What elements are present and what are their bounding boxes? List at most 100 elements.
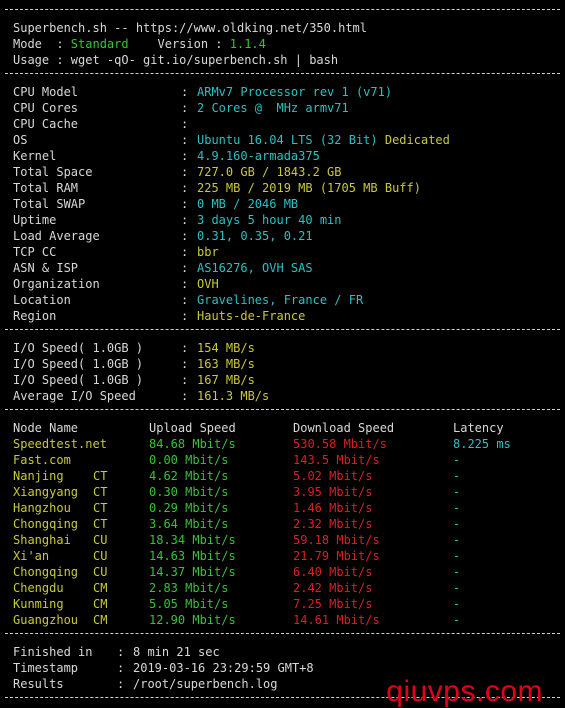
speedtest-download: 3.95 Mbit/s [293, 485, 373, 499]
colon: : [181, 373, 189, 387]
colon: : [181, 133, 189, 147]
speedtest-download: 530.58 Mbit/s [293, 437, 387, 451]
sysinfo-value: 2 Cores @ MHz armv71 [197, 101, 349, 115]
speedtest-isp: CT [93, 517, 108, 531]
speedtest-latency: - [453, 613, 461, 627]
colon: : [181, 149, 189, 163]
sysinfo-label: Load Average [13, 229, 100, 243]
speedtest-download: 7.25 Mbit/s [293, 597, 373, 611]
colon: : [117, 677, 125, 691]
colon: : [181, 101, 189, 115]
mode-value: Standard [70, 37, 129, 51]
speedtest-latency: - [453, 581, 461, 595]
sysinfo-label: TCP CC [13, 245, 57, 259]
sysinfo-value: AS16276, OVH SAS [197, 261, 313, 275]
sysinfo-value: Ubuntu 16.04 LTS (32 Bit) Dedicated [197, 132, 450, 148]
footer-value: 2019-03-16 23:29:59 GMT+8 [133, 661, 314, 675]
footer-label: Timestamp [13, 661, 79, 675]
speedtest-upload: 12.90 Mbit/s [149, 613, 236, 627]
speedtest-node: Shanghai [13, 533, 71, 547]
sysinfo-value: 0.31, 0.35, 0.21 [197, 229, 313, 243]
io-value: 154 MB/s [197, 341, 255, 355]
sysinfo-label: ASN & ISP [13, 261, 79, 275]
speedtest-latency: - [453, 517, 461, 531]
sysinfo-label: Region [13, 309, 57, 323]
header-mode: Mode : Standard Version : 1.1.4 [13, 37, 266, 51]
speedtest-node: Nanjing [13, 469, 64, 483]
speedtest-isp: CU [93, 533, 108, 547]
speedtest-download: 143.5 Mbit/s [293, 453, 380, 467]
colon: : [181, 197, 189, 211]
speedtest-isp: CU [93, 549, 108, 563]
speedtest-upload: 5.05 Mbit/s [149, 597, 229, 611]
sysinfo-value: Gravelines, France / FR [197, 293, 364, 307]
speedtest-node: Kunming [13, 597, 64, 611]
separator [5, 329, 560, 330]
sysinfo-label: Kernel [13, 149, 57, 163]
colon: : [117, 645, 125, 659]
colon: : [181, 309, 189, 323]
sysinfo-label: Organization [13, 277, 100, 291]
colon: : [181, 117, 189, 131]
speedtest-isp: CT [93, 501, 108, 515]
col-latency: Latency [453, 421, 504, 435]
speedtest-download: 21.79 Mbit/s [293, 549, 380, 563]
io-label: I/O Speed( 1.0GB ) [13, 341, 144, 355]
watermark: qiuvps.com [386, 675, 543, 708]
speedtest-download: 14.61 Mbit/s [293, 613, 380, 627]
colon: : [181, 357, 189, 371]
speedtest-upload: 4.62 Mbit/s [149, 469, 229, 483]
speedtest-upload: 0.30 Mbit/s [149, 485, 229, 499]
speedtest-upload: 14.37 Mbit/s [149, 565, 236, 579]
sysinfo-label: OS [13, 133, 28, 147]
sysinfo-value: 0 MB / 2046 MB [197, 197, 299, 211]
colon: : [181, 229, 189, 243]
footer-label: Finished in [13, 645, 93, 659]
terminal-window: Superbench.sh -- https://www.oldking.net… [0, 0, 565, 708]
colon: : [181, 389, 189, 403]
footer-label: Results [13, 677, 64, 691]
sysinfo-label: CPU Cores [13, 101, 79, 115]
speedtest-download: 59.18 Mbit/s [293, 533, 380, 547]
colon: : [181, 245, 189, 259]
col-node-name: Node Name [13, 421, 79, 435]
col-upload: Upload Speed [149, 421, 236, 435]
speedtest-isp: CU [93, 565, 108, 579]
version-value: 1.1.4 [229, 37, 266, 51]
colon: : [181, 181, 189, 195]
speedtest-isp: CT [93, 469, 108, 483]
sysinfo-value-extra: Dedicated [377, 133, 450, 147]
sysinfo-value: OVH [197, 277, 219, 291]
speedtest-node: Chongqing [13, 517, 79, 531]
speedtest-node: Guangzhou [13, 613, 79, 627]
speedtest-download: 2.32 Mbit/s [293, 517, 373, 531]
speedtest-isp: CM [93, 581, 108, 595]
sysinfo-value: bbr [197, 245, 219, 259]
io-label: I/O Speed( 1.0GB ) [13, 357, 144, 371]
sysinfo-label: CPU Model [13, 85, 79, 99]
separator [5, 633, 560, 634]
footer-value: /root/superbench.log [133, 677, 278, 691]
speedtest-node: Xiangyang [13, 485, 79, 499]
speedtest-latency: - [453, 565, 461, 579]
io-value: 161.3 MB/s [197, 389, 270, 403]
sysinfo-value: ARMv7 Processor rev 1 (v71) [197, 85, 393, 99]
sysinfo-label: Total RAM [13, 181, 79, 195]
speedtest-node: Hangzhou [13, 501, 71, 515]
colon: : [181, 213, 189, 227]
footer-value: 8 min 21 sec [133, 645, 220, 659]
speedtest-download: 5.02 Mbit/s [293, 469, 373, 483]
colon: : [117, 661, 125, 675]
sysinfo-label: Location [13, 293, 71, 307]
speedtest-isp: CT [93, 485, 108, 499]
header-usage: Usage : wget -qO- git.io/superbench.sh |… [13, 53, 339, 67]
sysinfo-label: Uptime [13, 213, 57, 227]
io-value: 163 MB/s [197, 357, 255, 371]
speedtest-latency: - [453, 485, 461, 499]
speedtest-upload: 14.63 Mbit/s [149, 549, 236, 563]
speedtest-upload: 2.83 Mbit/s [149, 581, 229, 595]
speedtest-node: Xi'an [13, 549, 50, 563]
sysinfo-value: 4.9.160-armada375 [197, 149, 320, 163]
io-label: I/O Speed( 1.0GB ) [13, 373, 144, 387]
speedtest-node: Chengdu [13, 581, 64, 595]
